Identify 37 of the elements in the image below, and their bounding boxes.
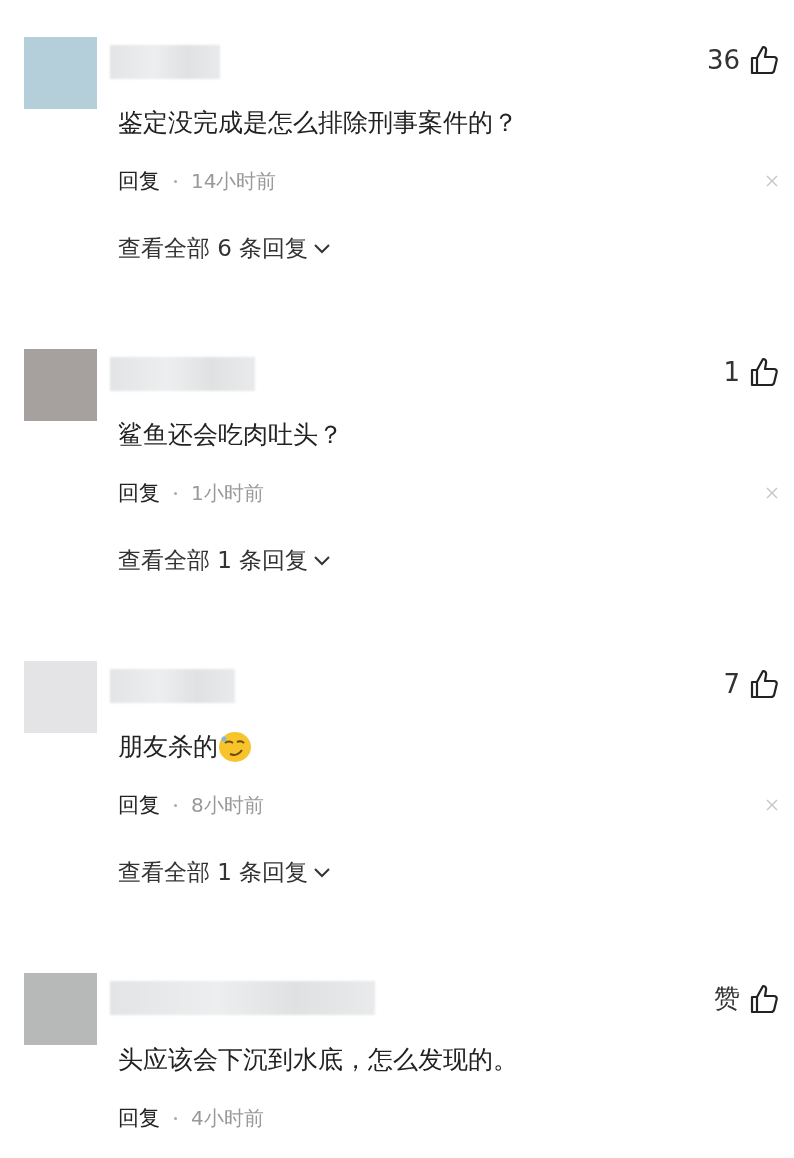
smirk-emoji-icon xyxy=(218,731,252,763)
close-icon[interactable] xyxy=(766,799,778,811)
avatar[interactable] xyxy=(24,661,97,733)
avatar[interactable] xyxy=(24,973,97,1045)
comment-text: 朋友杀的 xyxy=(118,731,218,763)
like-count: 36 xyxy=(706,45,740,75)
avatar[interactable] xyxy=(24,349,97,421)
chevron-down-icon xyxy=(314,867,331,878)
comment-text: 头应该会下沉到水底，怎么发现的。 xyxy=(118,1044,518,1076)
comment-time: 14小时前 xyxy=(191,167,277,195)
thumbs-up-icon[interactable] xyxy=(750,45,778,75)
view-replies-text: 查看全部 6 条回复 xyxy=(118,234,309,263)
close-icon[interactable] xyxy=(766,175,778,187)
thumbs-up-icon[interactable] xyxy=(750,669,778,699)
view-replies-link[interactable]: 查看全部 1 条回复 xyxy=(118,857,331,888)
view-replies-text: 查看全部 1 条回复 xyxy=(118,858,309,887)
reply-link[interactable]: 回复 xyxy=(118,479,160,507)
view-replies-text: 查看全部 1 条回复 xyxy=(118,546,309,575)
reply-link[interactable]: 回复 xyxy=(118,791,160,819)
view-replies-link[interactable]: 查看全部 6 条回复 xyxy=(118,233,331,264)
comment-time: 8小时前 xyxy=(191,791,264,819)
reply-link[interactable]: 回复 xyxy=(118,1104,160,1132)
thumbs-up-icon[interactable] xyxy=(750,357,778,387)
thumbs-up-icon[interactable] xyxy=(750,983,778,1014)
chevron-down-icon xyxy=(314,243,331,254)
comment-text: 鉴定没完成是怎么排除刑事案件的？ xyxy=(118,107,518,139)
close-icon[interactable] xyxy=(766,487,778,499)
comment-text: 鲨鱼还会吃肉吐头？ xyxy=(118,419,343,451)
comment-time: 4小时前 xyxy=(191,1104,264,1132)
like-count: 赞 xyxy=(714,982,740,1015)
like-count: 7 xyxy=(723,669,740,699)
comment-time: 1小时前 xyxy=(191,479,264,507)
reply-link[interactable]: 回复 xyxy=(118,167,160,195)
like-count: 1 xyxy=(723,357,740,387)
avatar[interactable] xyxy=(24,37,97,109)
chevron-down-icon xyxy=(314,555,331,566)
view-replies-link[interactable]: 查看全部 1 条回复 xyxy=(118,545,331,576)
